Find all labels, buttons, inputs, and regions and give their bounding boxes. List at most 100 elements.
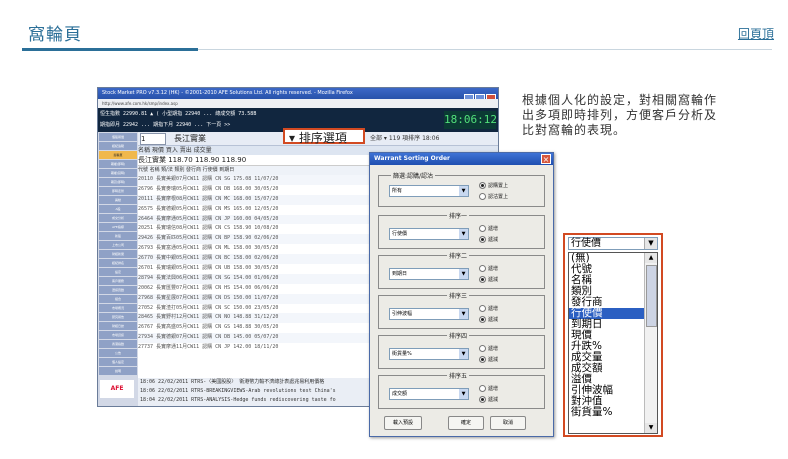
radio-icon <box>479 305 486 312</box>
dialog-close-icon[interactable]: × <box>541 154 551 164</box>
chevron-down-icon: ▼ <box>644 238 657 249</box>
sort-field-select[interactable]: 街貨量% ▼ <box>389 348 469 360</box>
sidebar-item: 財經新聞 <box>99 250 137 258</box>
sidebar-item: 異動 <box>99 196 137 204</box>
sort-group-1: 排序一行使價 ▼ 遞增遞減 <box>378 211 545 249</box>
radio-icon <box>479 182 486 189</box>
sort-field-options: (無) 代號 名稱 類別 發行商 行使價 到期日 現價 升跌% 成交量 成交額 溢價 引伸波幅 對沖值 街貨… <box>568 252 658 434</box>
radio-icon <box>479 193 486 200</box>
sort-group-3: 排序三 引伸波幅 ▼ 遞增 遞減 <box>378 291 545 329</box>
sidebar-item: 客戶服務 <box>99 277 137 285</box>
sidebar-item: 期權(延時) <box>99 169 137 177</box>
sort-descending-radio[interactable]: 遞減 <box>479 356 498 364</box>
chevron-down-icon: ▼ <box>459 229 468 239</box>
sort-descending-radio[interactable]: 遞減 <box>479 316 498 324</box>
sort-ascending-radio[interactable]: 遞增 <box>479 345 498 353</box>
radio-icon <box>479 265 486 272</box>
radio-icon <box>479 356 486 363</box>
sort-field-select[interactable]: 到期日 ▼ <box>389 268 469 280</box>
sidebar-item: 公告 <box>99 349 137 357</box>
filter-radio-call[interactable]: 認購置上 <box>479 182 508 190</box>
ticker-row-1: 恒生指數 22990.81 ▲ ( 小型期指 22940 ... 總成交額 73… <box>100 111 257 117</box>
page-title: 窩輪頁 <box>28 25 82 45</box>
underlying-name: 長江實業 <box>174 134 206 143</box>
sort-field-current: 行使價 <box>571 238 601 249</box>
sidebar-item: 期貨(即時) <box>99 178 137 186</box>
sidebar-item: 組合 <box>99 295 137 303</box>
sort-descending-label: 遞減 <box>488 397 499 403</box>
sidebar-item: 設定 <box>99 268 137 276</box>
sidebar-item: 經紀排名 <box>99 259 137 267</box>
sort-group-2: 排序二到期日 ▼ 遞增遞減 <box>378 251 545 289</box>
sort-options-button: ▾ 排序選項 <box>283 128 365 145</box>
sort-field-select[interactable]: 行使價 ▼ <box>568 237 658 250</box>
sidebar-item: 個股報價 <box>99 133 137 141</box>
filter-radio-call-label: 認購置上 <box>488 183 509 189</box>
sidebar-item: 即時走勢 <box>99 187 137 195</box>
back-to-top-link[interactable]: 回頁頂 <box>738 25 774 42</box>
cancel-button[interactable]: 取消 <box>490 416 526 430</box>
chevron-down-icon: ▼ <box>459 269 468 279</box>
sort-field-select[interactable]: 引伸波幅 ▼ <box>389 308 469 320</box>
sort-descending-label: 遞減 <box>488 357 499 363</box>
sidebar-item: 新股 <box>99 232 137 240</box>
sort-group-label: 排序二 <box>447 251 470 260</box>
filter-radio-put-label: 認沽置上 <box>488 194 509 200</box>
load-default-button[interactable]: 載入預設 <box>384 416 422 430</box>
sort-ascending-label: 遞增 <box>488 346 499 352</box>
sort-field-value: 行使價 <box>392 231 408 237</box>
filter-select-value: 所有 <box>392 188 403 194</box>
sort-field-value: 到期日 <box>392 271 408 277</box>
ok-button[interactable]: 確定 <box>448 416 484 430</box>
sidebar-list: 個股報價 經紀追蹤 窩輪頁 期權(即時) 期權(延時) 期貨(即時) 即時走勢 異動 A股 成交分… <box>98 133 138 375</box>
sort-field-select[interactable]: 成交額 ▼ <box>389 388 469 400</box>
sort-descending-label: 遞減 <box>488 277 499 283</box>
sort-options-label: 排序選項 <box>298 131 347 145</box>
chevron-down-icon: ▼ <box>459 349 468 359</box>
sort-descending-radio[interactable]: 遞減 <box>479 236 498 244</box>
toolbar-info: 全部 ▾ 119 項排序 18:06 <box>370 135 440 142</box>
sidebar-item: 財經日誌 <box>99 322 137 330</box>
sidebar-item: 期權(即時) <box>99 160 137 168</box>
sort-descending-radio[interactable]: 遞減 <box>479 276 498 284</box>
sort-field-select[interactable]: 行使價 ▼ <box>389 228 469 240</box>
sidebar-nav: 個股報價 經紀追蹤 窩輪頁 期權(即時) 期權(延時) 期貨(即時) 即時走勢 異動 A股 成交分… <box>98 132 138 406</box>
filter-select[interactable]: 所有 ▼ <box>389 185 469 197</box>
dropdown-scrollbar[interactable]: ▲ ▼ <box>644 253 657 433</box>
chevron-down-icon: ▼ <box>459 389 468 399</box>
sort-group-label: 排序一 <box>447 211 470 220</box>
sort-ascending-label: 遞增 <box>488 226 499 232</box>
sidebar-item: 研究報告 <box>99 313 137 321</box>
sort-group-label: 排序五 <box>447 371 470 380</box>
sort-ascending-radio[interactable]: 遞增 <box>479 385 498 393</box>
radio-icon <box>479 385 486 392</box>
sort-group-4: 排序四 街貨量% ▼ 遞增 遞減 <box>378 331 545 369</box>
chevron-down-icon: ▼ <box>459 309 468 319</box>
scroll-thumb[interactable] <box>646 265 657 327</box>
sort-ascending-label: 遞增 <box>488 306 499 312</box>
radio-icon <box>479 396 486 403</box>
scroll-up-icon[interactable]: ▲ <box>645 253 657 263</box>
address-url: http://www.afe.com.hk/smp/index.asp <box>102 101 178 106</box>
stock-code-input: 1 <box>140 133 166 145</box>
sidebar-item: 選擇頁數 <box>99 286 137 294</box>
warrant-toolbar: 1 長江實業 ▾ 排序選項 全部 ▾ 119 項排序 18:06 <box>138 128 498 146</box>
sidebar-item: AFE指標 <box>99 223 137 231</box>
filter-group: 篩選:認購/認沽 所有 ▼ 認購置上 認沽置上 <box>378 171 545 207</box>
sort-ascending-radio[interactable]: 遞增 <box>479 225 498 233</box>
scroll-down-icon[interactable]: ▼ <box>645 423 657 433</box>
sidebar-item: 成交分析 <box>99 214 137 222</box>
warrant-sorting-dialog: Warrant Sorting Order × 篩選:認購/認沽 所有 ▼ 認購置… <box>369 152 554 437</box>
filter-radio-put[interactable]: 認沽置上 <box>479 193 508 201</box>
radio-icon <box>479 345 486 352</box>
sort-ascending-radio[interactable]: 遞增 <box>479 305 498 313</box>
sort-group-5: 排序五成交額 ▼ 遞增遞減 <box>378 371 545 409</box>
dialog-title-bar: Warrant Sorting Order <box>370 153 553 165</box>
feature-description: 根據個人化的設定，對相關窩輪作出多項即時排列，方便客戶分析及比對窩輪的表現。 <box>522 93 718 137</box>
market-clock: 18:06:12 <box>444 111 497 129</box>
sort-ascending-radio[interactable]: 遞增 <box>479 265 498 273</box>
sort-descending-label: 遞減 <box>488 237 499 243</box>
sort-descending-radio[interactable]: 遞減 <box>479 396 498 404</box>
afe-logo: AFE <box>100 380 134 398</box>
sort-field-value: 成交額 <box>392 391 408 397</box>
